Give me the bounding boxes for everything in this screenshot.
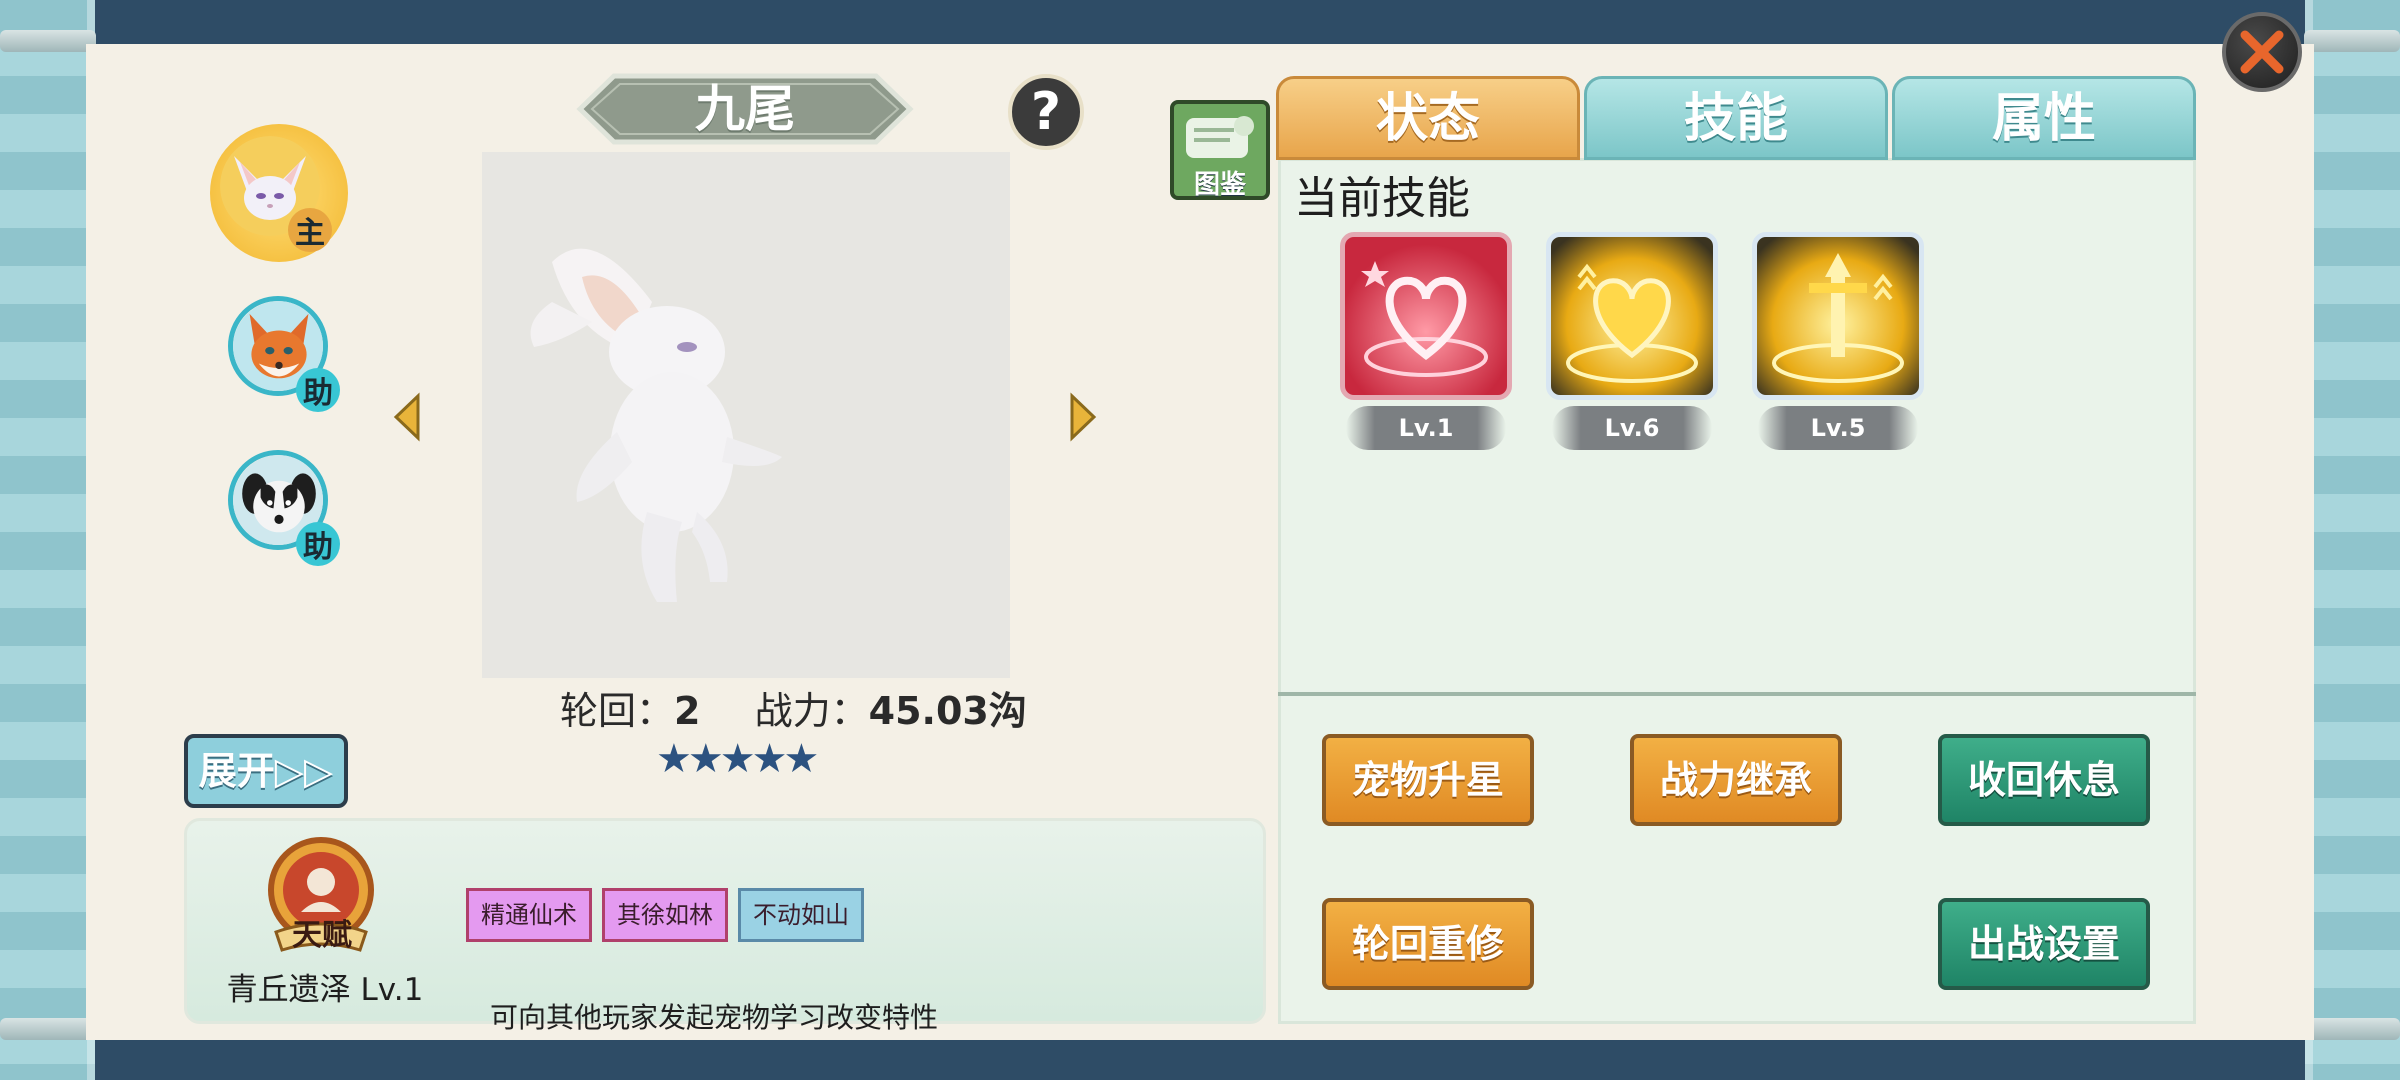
chevron-right-icon	[1070, 392, 1097, 442]
golden-heart-skill-icon	[1566, 263, 1698, 383]
help-button[interactable]: ?	[1008, 74, 1084, 150]
pet-slot-fox[interactable]: 助	[228, 296, 340, 412]
battle-settings-button[interactable]: 出战设置	[1938, 898, 2150, 990]
recall-rest-button[interactable]: 收回休息	[1938, 734, 2150, 826]
talent-emblem-text: 天赋	[292, 918, 352, 953]
pet-name-title: 九尾	[695, 80, 795, 138]
scroll-rod-top-right	[2304, 30, 2400, 52]
close-button[interactable]	[2222, 12, 2302, 92]
bottom-bar	[0, 1040, 2400, 1080]
skill-slot-3[interactable]	[1752, 232, 1924, 400]
pet-slot-main[interactable]: 主	[210, 124, 348, 262]
trait-tag[interactable]: 其徐如林	[602, 888, 728, 942]
pet-star-up-button[interactable]: 宠物升星	[1322, 734, 1534, 826]
reincarnate-button[interactable]: 轮回重修	[1322, 898, 1534, 990]
codex-label: 图鉴	[1193, 170, 1246, 200]
current-skills-heading: 当前技能	[1294, 173, 1470, 224]
reincarnation-label: 轮回：	[560, 689, 675, 733]
pet-role-badge: 助	[296, 368, 340, 412]
pet-role-badge: 主	[288, 208, 332, 252]
power-label: 战力：	[754, 689, 869, 733]
pet-model-view[interactable]	[482, 152, 1010, 678]
top-bar	[0, 0, 2400, 44]
skill-level-label: Lv.5	[1758, 406, 1918, 450]
pet-slot-dog[interactable]: 助	[228, 450, 340, 566]
sword-skill-icon	[1772, 253, 1904, 383]
skill-level-label: Lv.1	[1346, 406, 1506, 450]
scroll-icon	[1186, 116, 1254, 158]
fennec-model-icon	[530, 248, 782, 602]
close-icon	[2240, 30, 2284, 74]
left-scroll-border	[0, 0, 95, 1080]
scroll-rod-bottom-right	[2304, 1018, 2400, 1040]
tab-skills[interactable]: 技能	[1584, 76, 1888, 160]
scroll-rod-bottom-left	[0, 1018, 96, 1040]
power-value: 45.03沟	[868, 689, 1027, 733]
scroll-rod-top-left	[0, 30, 96, 52]
tab-status[interactable]: 状态	[1276, 76, 1580, 160]
tab-attributes[interactable]: 属性	[1892, 76, 2196, 160]
reincarnation-value: 2	[674, 689, 701, 733]
trait-tag[interactable]: 不动如山	[738, 888, 864, 942]
skill-level-label: Lv.6	[1552, 406, 1712, 450]
panel-divider	[1278, 692, 2196, 696]
skill-slot-1[interactable]	[1340, 232, 1512, 400]
right-scroll-border	[2305, 0, 2400, 1080]
trait-tag[interactable]: 精通仙术	[466, 888, 592, 942]
skill-slot-2[interactable]	[1546, 232, 1718, 400]
prev-pet-arrow[interactable]	[390, 382, 424, 452]
pet-stats-line: 轮回：2 战力：45.03沟	[560, 680, 1080, 733]
pet-role-badge: 助	[296, 522, 340, 566]
chevron-left-icon	[393, 392, 420, 442]
star-rating: ★★★★★	[656, 736, 819, 782]
power-inherit-button[interactable]: 战力继承	[1630, 734, 1842, 826]
talent-hint-text: 可向其他玩家发起宠物学习改变特性	[490, 1001, 939, 1034]
next-pet-arrow[interactable]	[1066, 382, 1100, 452]
talent-name: 青丘遗泽 Lv.1	[226, 972, 424, 1008]
expand-button[interactable]: 展开▷▷	[184, 734, 348, 808]
heart-skill-icon	[1361, 261, 1488, 377]
